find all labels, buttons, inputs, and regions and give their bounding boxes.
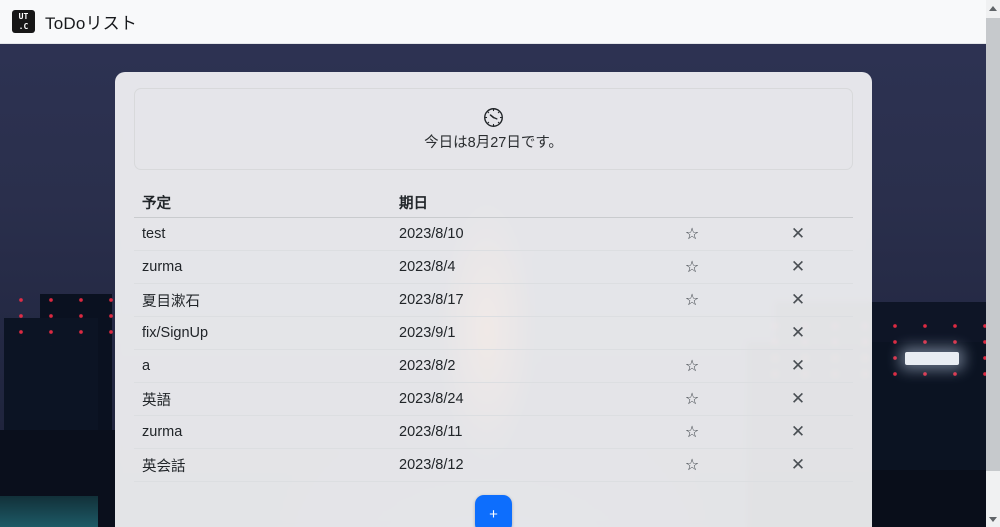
task-title: zurma <box>134 424 391 440</box>
table-row: zurma2023/8/11 ☆ ✕ <box>134 416 853 449</box>
star-icon[interactable]: ☆ <box>685 424 699 440</box>
due-date: 2023/8/2 <box>391 358 641 374</box>
delete-icon[interactable]: ✕ <box>791 226 805 243</box>
arrow-up-icon <box>989 6 997 11</box>
add-todo-button[interactable]: + <box>475 495 512 527</box>
due-date: 2023/8/12 <box>391 457 641 473</box>
delete-cell: ✕ <box>743 292 853 309</box>
task-title: 夏目漱石 <box>134 290 391 311</box>
table-row: a2023/8/2 ☆ ✕ <box>134 350 853 383</box>
task-title: test <box>134 226 391 242</box>
delete-cell: ✕ <box>743 358 853 375</box>
delete-icon[interactable]: ✕ <box>791 391 805 408</box>
table-header-row: 予定 期日 <box>134 187 853 218</box>
lit-area <box>0 496 98 527</box>
star-cell: ☆ <box>641 259 743 275</box>
task-title: fix/SignUp <box>134 325 391 341</box>
delete-cell: ✕ <box>743 325 853 342</box>
table-row: 夏目漱石2023/8/17 ☆ ✕ <box>134 284 853 317</box>
delete-cell: ✕ <box>743 391 853 408</box>
aviation-lights <box>6 292 116 346</box>
clock-icon <box>483 107 504 128</box>
task-title: zurma <box>134 259 391 275</box>
table-row: zurma2023/8/4 ☆ ✕ <box>134 251 853 284</box>
star-cell: ☆ <box>641 457 743 473</box>
due-date: 2023/8/10 <box>391 226 641 242</box>
delete-cell: ✕ <box>743 457 853 474</box>
delete-cell: ✕ <box>743 424 853 441</box>
scrollbar-track[interactable] <box>986 0 1000 527</box>
delete-icon[interactable]: ✕ <box>791 259 805 276</box>
date-banner: 今日は8月27日です。 <box>134 88 853 170</box>
delete-icon[interactable]: ✕ <box>791 358 805 375</box>
star-icon[interactable]: ☆ <box>685 391 699 407</box>
star-icon[interactable]: ☆ <box>685 292 699 308</box>
task-title: 英語 <box>134 389 391 410</box>
task-title: a <box>134 358 391 374</box>
delete-icon[interactable]: ✕ <box>791 424 805 441</box>
logo-text-top: UT <box>19 12 29 21</box>
scrollbar-thumb[interactable] <box>986 18 1000 471</box>
todo-table: 予定 期日 test2023/8/10☆✕zurma2023/8/4☆✕夏目漱石… <box>134 187 853 482</box>
table-row: 英会話2023/8/12 ☆ ✕ <box>134 449 853 482</box>
arrow-down-icon <box>989 517 997 522</box>
star-icon[interactable]: ☆ <box>685 226 699 242</box>
table-body: test2023/8/10☆✕zurma2023/8/4☆✕夏目漱石2023/8… <box>134 218 853 482</box>
star-cell: ☆ <box>641 226 743 242</box>
task-title: 英会話 <box>134 455 391 476</box>
star-cell: ☆ <box>641 358 743 374</box>
star-cell: ☆ <box>641 424 743 440</box>
lit-rooftop-sign <box>905 352 959 365</box>
delete-cell: ✕ <box>743 226 853 243</box>
scrollbar-down-button[interactable] <box>986 511 1000 527</box>
delete-icon[interactable]: ✕ <box>791 457 805 474</box>
todo-card: 今日は8月27日です。 予定 期日 test2023/8/10☆✕zurma20… <box>115 72 872 527</box>
due-date: 2023/8/17 <box>391 292 641 308</box>
delete-icon[interactable]: ✕ <box>791 292 805 309</box>
star-cell: ☆ <box>641 292 743 308</box>
table-row: 英語2023/8/24 ☆ ✕ <box>134 383 853 416</box>
app-screen: UT .C ToDoリスト 今日は8月27日です。 予定 <box>0 0 1000 527</box>
star-icon[interactable]: ☆ <box>685 457 699 473</box>
due-date: 2023/8/11 <box>391 424 641 440</box>
scrollbar-up-button[interactable] <box>986 0 1000 16</box>
today-message: 今日は8月27日です。 <box>424 131 563 152</box>
delete-icon[interactable]: ✕ <box>791 325 805 342</box>
table-row: test2023/8/10 ☆ ✕ <box>134 218 853 251</box>
app-logo-icon: UT .C <box>12 10 35 33</box>
due-date: 2023/9/1 <box>391 325 641 341</box>
column-header-due: 期日 <box>391 192 641 213</box>
navbar: UT .C ToDoリスト <box>0 0 986 44</box>
star-icon[interactable]: ☆ <box>685 259 699 275</box>
due-date: 2023/8/24 <box>391 391 641 407</box>
star-cell: ☆ <box>641 391 743 407</box>
add-button-area: + <box>134 495 853 527</box>
table-row: fix/SignUp2023/9/1 ✕ <box>134 317 853 350</box>
due-date: 2023/8/4 <box>391 259 641 275</box>
star-icon[interactable]: ☆ <box>685 358 699 374</box>
column-header-task: 予定 <box>134 192 391 213</box>
logo-text-bottom: .C <box>19 22 29 31</box>
delete-cell: ✕ <box>743 259 853 276</box>
app-title: ToDoリスト <box>45 9 137 34</box>
